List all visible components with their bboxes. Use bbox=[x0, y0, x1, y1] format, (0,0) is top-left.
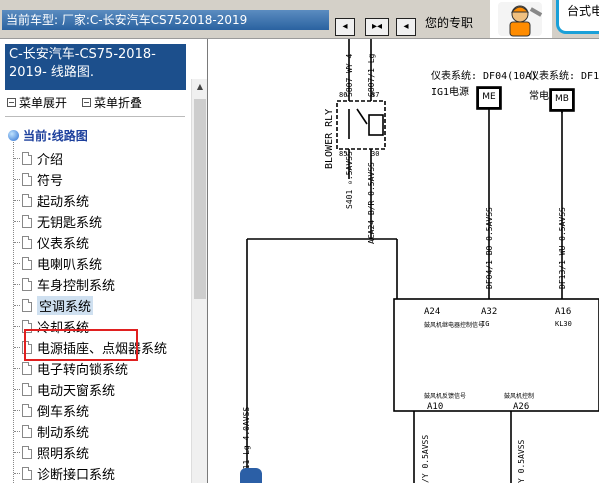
tree-root-label: 当前:线路图 bbox=[23, 129, 88, 143]
pin-a16: A16 bbox=[555, 307, 572, 317]
tree-item-air-conditioning[interactable]: 空调系统 bbox=[14, 295, 94, 315]
mechanic-logo bbox=[490, 0, 552, 38]
desktop-button[interactable]: 台式电 bbox=[556, 0, 599, 34]
pin-a26-desc: 鼓风机控制 bbox=[504, 393, 535, 400]
pin-a24-desc: 鼓风机继电器控制信号 bbox=[424, 322, 485, 329]
fuse-df13-sub: 常电 bbox=[529, 91, 549, 102]
globe-icon bbox=[8, 130, 19, 141]
document-icon bbox=[22, 361, 32, 375]
menu-collapse-label: 菜单折叠 bbox=[94, 96, 143, 110]
promo-text: 您的专职 bbox=[425, 16, 474, 30]
document-icon bbox=[22, 445, 32, 459]
pin-a32: A32 bbox=[481, 307, 498, 317]
tree-item-intro[interactable]: 介绍 bbox=[14, 148, 63, 168]
sidebar-title: C-长安汽车-CS75-2018-2019- 线路图. bbox=[5, 44, 186, 90]
menu-expand-button[interactable]: 菜单展开 bbox=[7, 94, 67, 111]
collapse-icon bbox=[82, 98, 91, 107]
tree-item-sunroof[interactable]: 电动天窗系统 bbox=[14, 379, 115, 399]
tree-item-horn[interactable]: 电喇叭系统 bbox=[14, 253, 102, 273]
tree-item-reversing[interactable]: 倒车系统 bbox=[14, 400, 89, 420]
wire-label-aca24: ACA24 B/R 0.5AVSS bbox=[367, 162, 376, 244]
tree-item-keyless[interactable]: 无钥匙系统 bbox=[14, 211, 102, 231]
floating-toolbar-tab[interactable] bbox=[240, 468, 262, 483]
document-icon bbox=[22, 466, 32, 480]
document-icon bbox=[22, 235, 32, 249]
document-icon bbox=[22, 298, 32, 312]
fuse-df04-label: 仪表系统: DF04(10A) bbox=[431, 71, 538, 82]
document-icon bbox=[22, 277, 32, 291]
wiring-diagram[interactable]: S807 WY 4 S807/1 Lg BLOWER RLY 86 87 85 … bbox=[209, 39, 599, 483]
tree-item-lighting[interactable]: 照明系统 bbox=[14, 442, 89, 462]
fit-page-button[interactable]: ▸◂ bbox=[365, 18, 389, 36]
divider bbox=[5, 116, 185, 117]
document-icon bbox=[22, 172, 32, 186]
current-model-bar: 当前车型: 厂家:C-长安汽车CS752018-2019 bbox=[2, 10, 329, 30]
tree-root[interactable]: 当前:线路图 bbox=[8, 127, 88, 144]
wire-label-bottom-1: /Y 0.5AVSS bbox=[421, 434, 430, 483]
selection-highlight-box bbox=[24, 329, 138, 361]
tree-item-symbols[interactable]: 符号 bbox=[14, 169, 63, 189]
pin-a24: A24 bbox=[424, 307, 441, 317]
wire-label-df13: DF13/1 WU 0.5AVSS bbox=[558, 207, 567, 289]
connector-me: ME bbox=[477, 87, 501, 109]
document-icon bbox=[22, 403, 32, 417]
wire-label-s401: S401 ₀.5AVSS bbox=[345, 151, 354, 209]
pin-a26: A26 bbox=[513, 402, 530, 412]
document-icon bbox=[22, 151, 32, 165]
document-icon bbox=[22, 424, 32, 438]
top-toolbar: 当前车型: 厂家:C-长安汽车CS752018-2019 ◂ ▸◂ ◂ 您的专职… bbox=[0, 0, 599, 39]
relay-name: BLOWER RLY bbox=[324, 108, 335, 169]
pin-a10-desc: 鼓风机反馈信号 bbox=[424, 393, 467, 400]
pin-a32-desc: IG bbox=[481, 320, 490, 328]
tree-item-brake[interactable]: 制动系统 bbox=[14, 421, 89, 441]
scroll-up-arrow-icon[interactable]: ▲ bbox=[192, 79, 207, 95]
document-icon bbox=[22, 193, 32, 207]
sidebar: C-长安汽车-CS75-2018-2019- 线路图. 菜单展开 菜单折叠 当前… bbox=[0, 39, 208, 483]
wiring-lines bbox=[246, 39, 599, 483]
model-prefix: 当前车型: bbox=[6, 13, 59, 27]
fuse-df04-sub: IG1电源 bbox=[431, 87, 470, 98]
wire-label-df04: DF04/1 BO 0.5AVSS bbox=[485, 207, 494, 289]
pin-a10: A10 bbox=[427, 402, 444, 412]
scroll-thumb[interactable] bbox=[194, 99, 206, 299]
relay-pin-87: 87 bbox=[371, 91, 380, 99]
sidebar-scrollbar[interactable]: ▲ bbox=[191, 79, 207, 483]
tree-item-steering-lock[interactable]: 电子转向锁系统 bbox=[14, 358, 128, 378]
wire-label-bottom-2: Y 0.5AVSS bbox=[517, 439, 526, 483]
back-button[interactable]: ◂ bbox=[396, 18, 416, 36]
menu-collapse-button[interactable]: 菜单折叠 bbox=[82, 94, 142, 111]
relay-pin-86: 86 bbox=[339, 91, 348, 99]
document-icon bbox=[22, 382, 32, 396]
fuse-df13-label: 仪表系统: DF13 ( bbox=[529, 71, 599, 82]
expand-icon bbox=[7, 98, 16, 107]
relay-pin-30: 30 bbox=[371, 150, 380, 158]
menu-expand-label: 菜单展开 bbox=[19, 96, 68, 110]
model-value: 厂家:C-长安汽车CS752018-2019 bbox=[61, 13, 248, 27]
document-icon bbox=[22, 214, 32, 228]
tree-item-body-control[interactable]: 车身控制系统 bbox=[14, 274, 115, 294]
pin-a16-desc: KL30 bbox=[555, 320, 572, 328]
connector-mb: MB bbox=[550, 89, 574, 111]
document-icon bbox=[22, 256, 32, 270]
tree-item-diagnostic[interactable]: 诊断接口系统 bbox=[14, 463, 115, 483]
tree-item-instrument[interactable]: 仪表系统 bbox=[14, 232, 89, 252]
tree-item-starting[interactable]: 起动系统 bbox=[14, 190, 89, 210]
prev-page-button[interactable]: ◂ bbox=[335, 18, 355, 36]
